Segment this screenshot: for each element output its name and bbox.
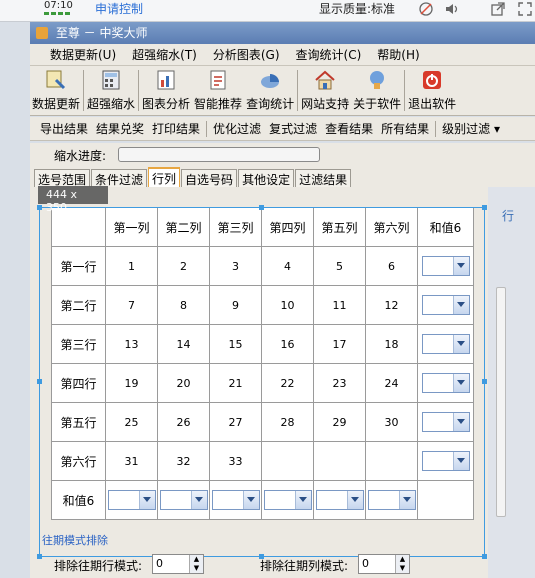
selection-size-badge: 444 x 350 [38,186,108,214]
clock: 07:10 [44,0,73,11]
smart-recommend-label: 智能推荐 [194,97,243,111]
app-logo-icon [36,27,48,39]
exclude-row-pattern-stepper[interactable]: 0 ▲ ▼ [152,554,204,574]
export-results-button[interactable]: 导出结果 [36,120,92,137]
tab-filter-results[interactable]: 过滤结果 [295,169,352,187]
menu-shrink[interactable]: 超强缩水(T) [124,46,205,63]
toolbar-divider [404,70,406,111]
data-update-label: 数据更新 [32,97,81,111]
view-results-button[interactable]: 查看结果 [321,120,377,137]
calculator-icon [98,68,124,92]
super-shrink-label: 超强缩水 [87,97,136,111]
selection-rectangle [37,205,487,559]
query-stats-button[interactable]: 查询统计 [244,66,296,115]
compound-filter-button[interactable]: 复式过滤 [265,120,321,137]
window-title: 至尊 － 中奖大师 [55,26,148,40]
remote-control-bar: 07:10 申请控制 显示质量:标准 [0,0,535,22]
toolbar-divider [206,120,208,137]
menu-help[interactable]: 帮助(H) [369,46,427,63]
toolbar-divider [83,70,85,111]
toolbar-divider [435,120,437,137]
toolbar-divider [138,70,140,111]
filter-toolbar: 导出结果 结果兑奖 打印结果 优化过滤 复式过滤 查看结果 所有结果 级别过滤 … [30,117,535,141]
redeem-results-button[interactable]: 结果兑奖 [92,120,148,137]
exclude-col-pattern-label: 排除往期列模式: [260,559,349,573]
spin-up-icon[interactable]: ▲ [396,555,409,564]
apply-control-link[interactable]: 申请控制 [95,0,143,17]
exit-software-label: 退出软件 [408,97,457,111]
tab-number-range[interactable]: 选号范围 [34,169,91,187]
exclude-col-pattern-stepper[interactable]: 0 ▲ ▼ [358,554,410,574]
history-exclusion-group-label: 往期模式排除 [42,534,108,547]
website-support-button[interactable]: 网站支持 [299,66,351,115]
super-shrink-button[interactable]: 超强缩水 [85,66,137,115]
history-exclusion-row: 排除往期行模式: 0 ▲ ▼ 排除往期列模式: 0 ▲ ▼ [30,550,488,578]
all-results-button[interactable]: 所有结果 [377,120,433,137]
about-software-button[interactable]: 关于软件 [351,66,403,115]
shrink-progress-bar [118,147,320,162]
resize-handle[interactable] [37,205,42,210]
resize-handle[interactable] [482,379,487,384]
resize-handle[interactable] [37,379,42,384]
tab-row-column[interactable]: 行列 [148,167,181,187]
signal-indicator [44,12,70,15]
resize-handle[interactable] [482,205,487,210]
website-support-label: 网站支持 [301,97,350,111]
about-icon [364,68,390,92]
optimize-filter-button[interactable]: 优化过滤 [209,120,265,137]
home-icon [312,68,338,92]
chart-analysis-label: 图表分析 [142,97,191,111]
menu-query-stats[interactable]: 查询统计(C) [288,46,370,63]
chart-icon [153,68,179,92]
mute-icon[interactable] [418,1,434,17]
exit-icon [419,68,445,92]
dropdown-arrow-icon: ▾ [493,122,500,136]
main-toolbar: 数据更新 超强缩水 图表分析 智能推荐 查询统计 网站支持 关于软件 退出软件 [30,66,535,116]
side-panel: 行 [488,187,535,578]
menu-bar: 数据更新(U) 超强缩水(T) 分析图表(G) 查询统计(C) 帮助(H) [30,44,535,66]
about-software-label: 关于软件 [353,97,402,111]
spin-down-icon[interactable]: ▼ [190,564,203,573]
tab-strip: 选号范围 条件过滤 行列 自选号码 其他设定 过滤结果 [30,167,535,187]
tab-custom-numbers[interactable]: 自选号码 [181,169,238,187]
chart-analysis-button[interactable]: 图表分析 [140,66,192,115]
toolbar-divider [297,70,299,111]
shrink-progress-label: 缩水进度: [54,149,107,163]
popout-icon[interactable] [490,1,506,17]
side-row-label: 行 [502,209,515,223]
exclude-row-pattern-label: 排除往期行模式: [54,559,143,573]
shrink-progress-row: 缩水进度: [30,143,535,167]
display-quality-label[interactable]: 显示质量:标准 [319,0,395,17]
resize-handle[interactable] [259,205,264,210]
level-filter-button[interactable]: 级别过滤 ▾ [438,120,504,137]
exit-software-button[interactable]: 退出软件 [406,66,458,115]
side-scrollbar[interactable] [496,287,506,517]
stats-icon [257,68,283,92]
smart-recommend-button[interactable]: 智能推荐 [192,66,244,115]
spin-down-icon[interactable]: ▼ [396,564,409,573]
print-results-button[interactable]: 打印结果 [148,120,204,137]
recommend-icon [205,68,231,92]
menu-data-update[interactable]: 数据更新(U) [42,46,124,63]
spin-up-icon[interactable]: ▲ [190,555,203,564]
update-icon [43,68,69,92]
window-titlebar: 至尊 － 中奖大师 [30,22,535,44]
fullscreen-icon[interactable] [517,1,533,17]
tab-condition-filter[interactable]: 条件过滤 [91,169,148,187]
speaker-icon[interactable] [444,1,460,17]
tab-other-settings[interactable]: 其他设定 [238,169,295,187]
menu-charts[interactable]: 分析图表(G) [205,46,288,63]
query-stats-label: 查询统计 [246,97,295,111]
data-update-button[interactable]: 数据更新 [30,66,82,115]
